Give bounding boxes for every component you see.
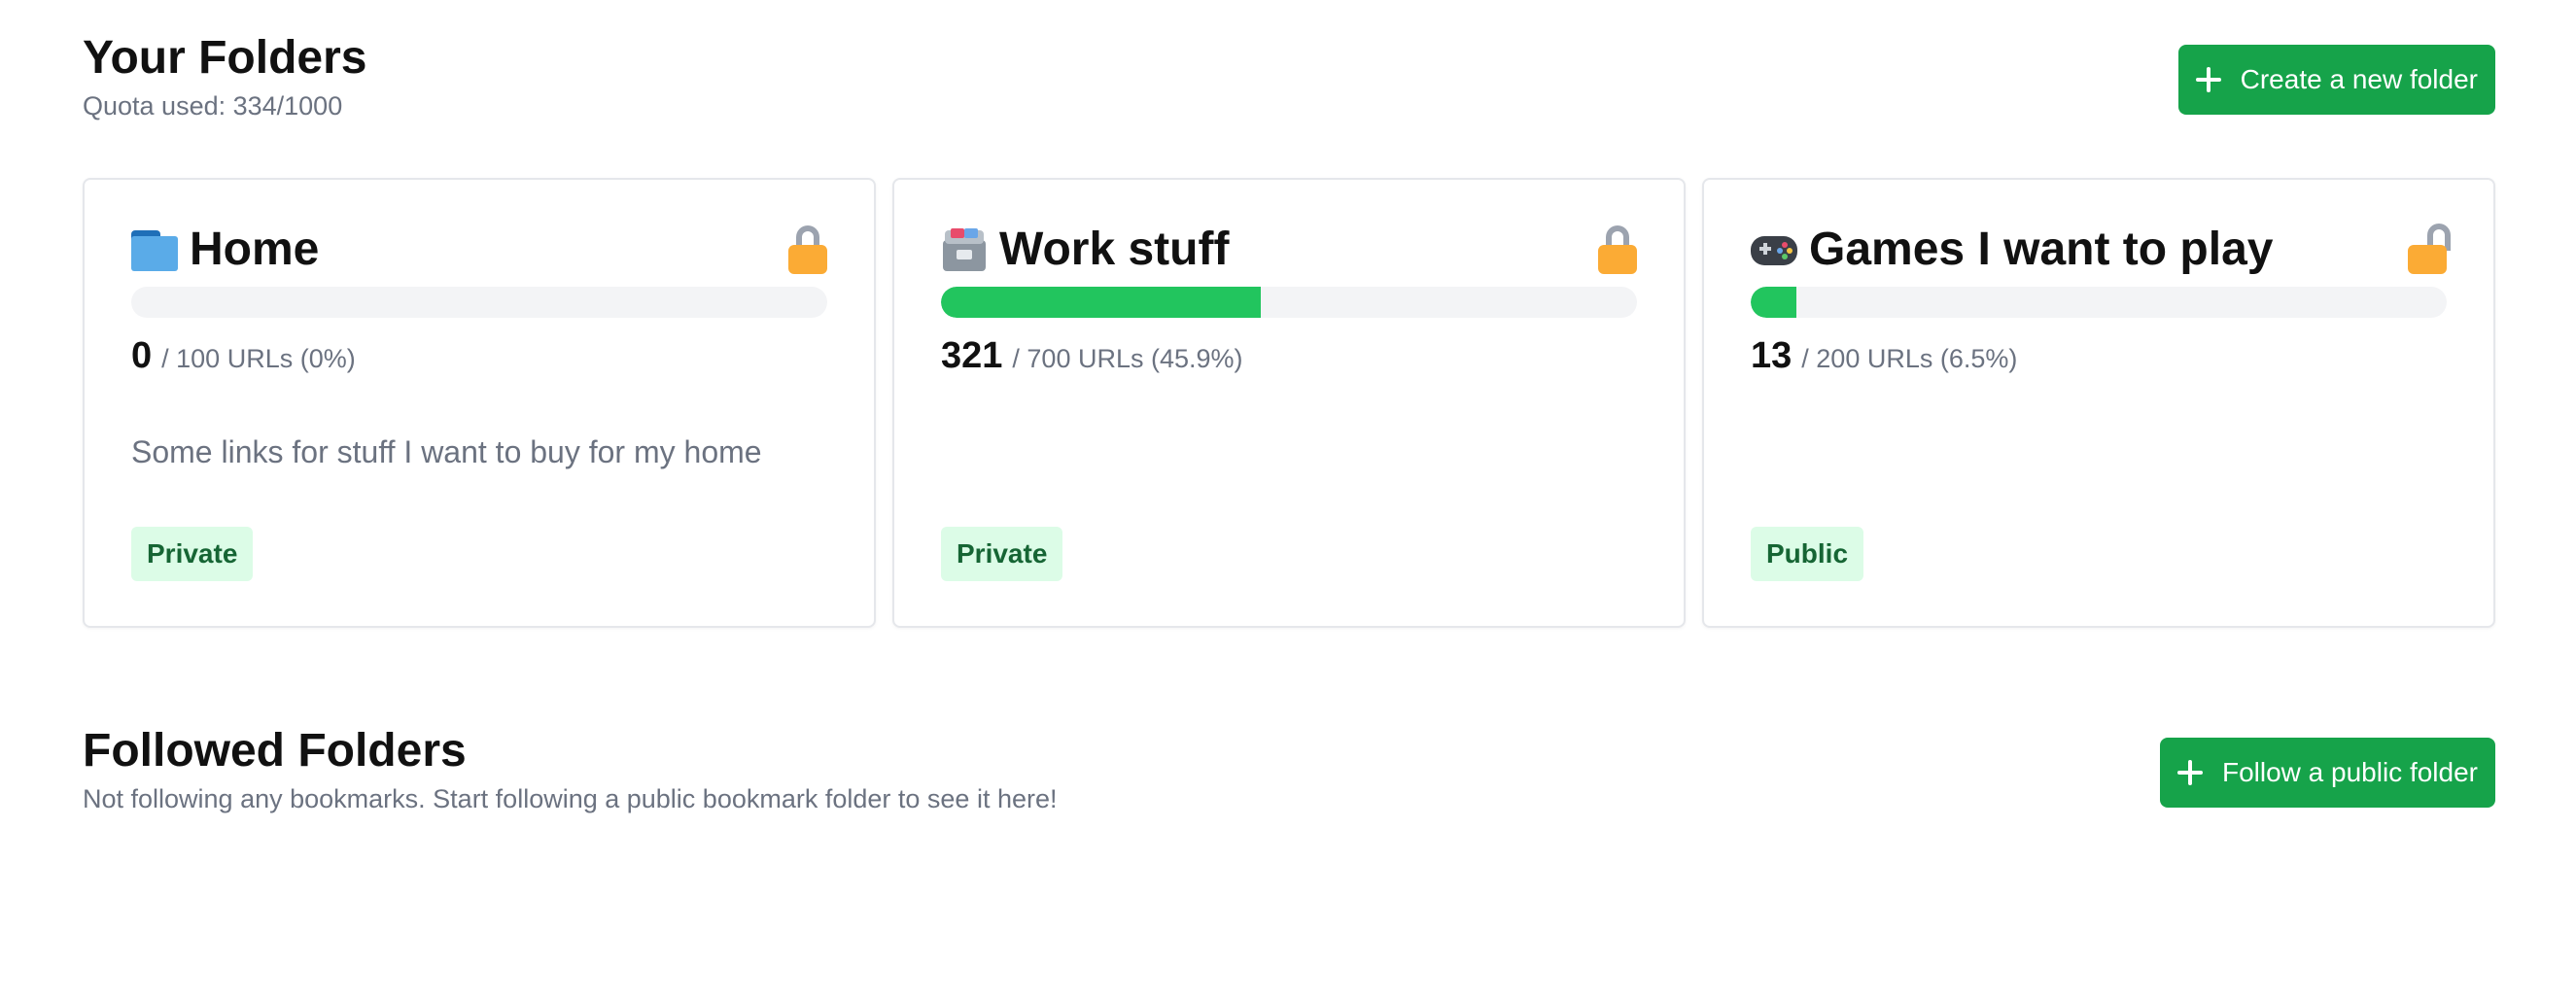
- followed-folders-section: Followed Folders Not following any bookm…: [83, 722, 2495, 815]
- url-count-suffix: / 200 URLs (6.5%): [1801, 344, 2018, 373]
- followed-folders-heading-group: Followed Folders Not following any bookm…: [83, 722, 1058, 815]
- url-count-number: 321: [941, 335, 1003, 376]
- folder-card-home[interactable]: Home 0 / 100 URLs (0%) Some links for st…: [83, 178, 876, 628]
- url-count: 13 / 200 URLs (6.5%): [1751, 335, 2017, 377]
- plus-icon: [2194, 65, 2223, 94]
- folder-description: Some links for stuff I want to buy for m…: [131, 434, 762, 469]
- create-folder-label: Create a new folder: [2240, 64, 2478, 94]
- card-title: Work stuff: [941, 223, 1229, 276]
- gamepad-icon: [1751, 228, 1797, 271]
- card-title: Home: [131, 223, 319, 276]
- follow-folder-button[interactable]: Follow a public folder: [2159, 738, 2495, 808]
- visibility-badge: Public: [1751, 527, 1864, 581]
- card-title: Games I want to play: [1751, 223, 2273, 276]
- create-folder-button[interactable]: Create a new folder: [2177, 45, 2495, 115]
- followed-empty-text: Not following any bookmarks. Start follo…: [83, 784, 1058, 813]
- plus-icon: [2176, 758, 2205, 787]
- your-folders-header: Your Folders Quota used: 334/1000 Create…: [83, 29, 2495, 122]
- url-count: 0 / 100 URLs (0%): [131, 335, 356, 377]
- your-folders-heading-group: Your Folders Quota used: 334/1000: [83, 29, 366, 122]
- lock-open-icon[interactable]: [2408, 223, 2451, 274]
- url-count-number: 0: [131, 335, 153, 376]
- lock-closed-icon[interactable]: [788, 224, 827, 274]
- progress-bar: [941, 287, 1637, 318]
- followed-folders-title: Followed Folders: [83, 725, 467, 777]
- quota-text: Quota used: 334/1000: [83, 91, 343, 121]
- card-title-row: Home: [131, 223, 827, 276]
- folder-name: Games I want to play: [1809, 224, 2274, 275]
- url-count-number: 13: [1751, 335, 1793, 376]
- folder-name: Home: [190, 224, 320, 275]
- visibility-badge: Private: [131, 527, 254, 581]
- card-file-box-icon: [941, 227, 988, 271]
- follow-folder-label: Follow a public folder: [2221, 757, 2478, 787]
- progress-fill: [1751, 287, 1796, 318]
- url-count-suffix: / 100 URLs (0%): [161, 344, 356, 373]
- url-count: 321 / 700 URLs (45.9%): [941, 335, 1243, 377]
- folder-icon: [131, 228, 178, 271]
- your-folders-title: Your Folders: [83, 32, 367, 84]
- progress-bar: [131, 287, 827, 318]
- folder-card-games[interactable]: Games I want to play 13 / 200 URLs (6.5%…: [1702, 178, 2495, 628]
- progress-fill: [941, 287, 1261, 318]
- folder-card-work-stuff[interactable]: Work stuff 321 / 700 URLs (45.9%) Privat…: [892, 178, 1686, 628]
- card-title-row: Games I want to play: [1751, 223, 2451, 276]
- url-count-suffix: / 700 URLs (45.9%): [1012, 344, 1243, 373]
- card-title-row: Work stuff: [941, 223, 1637, 276]
- visibility-badge: Private: [941, 527, 1063, 581]
- followed-folders-header: Followed Folders Not following any bookm…: [83, 722, 2495, 815]
- your-folders-section: Your Folders Quota used: 334/1000 Create…: [83, 29, 2495, 122]
- folder-name: Work stuff: [999, 224, 1230, 275]
- progress-bar: [1751, 287, 2447, 318]
- lock-closed-icon[interactable]: [1598, 224, 1637, 274]
- folder-cards: Home 0 / 100 URLs (0%) Some links for st…: [83, 178, 2495, 628]
